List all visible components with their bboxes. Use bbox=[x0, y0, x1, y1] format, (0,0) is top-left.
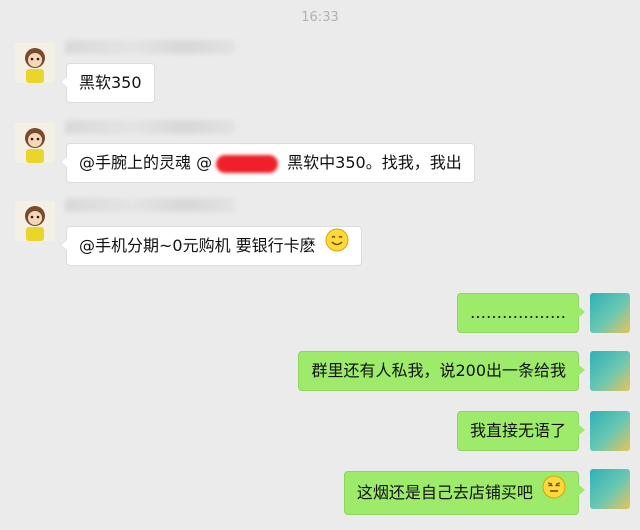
dismissive-emoji-icon bbox=[542, 473, 566, 515]
avatar-self[interactable] bbox=[590, 293, 630, 333]
message-text: 黑软350 bbox=[79, 73, 142, 92]
message-bubble-incoming[interactable]: @手机分期~0元购机 要银行卡麽 bbox=[60, 226, 362, 266]
smile-emoji-icon bbox=[325, 228, 349, 266]
sender-name-blurred bbox=[65, 120, 235, 134]
sender-name-blurred bbox=[65, 198, 235, 212]
message-text: @手机分期~0元购机 要银行卡麽 bbox=[79, 236, 316, 255]
message-bubble-outgoing[interactable]: 这烟还是自己去店铺买吧 bbox=[343, 471, 586, 515]
chat-timestamp: 16:33 bbox=[301, 10, 339, 25]
message-text: @手腕上的灵魂 @ bbox=[79, 153, 213, 172]
avatar-self[interactable] bbox=[590, 469, 630, 509]
message-text: 群里还有人私我，说200出一条给我 bbox=[311, 361, 566, 380]
avatar-cartoon[interactable] bbox=[15, 201, 55, 241]
redaction-mark bbox=[216, 154, 279, 173]
message-text: 我直接无语了 bbox=[469, 421, 566, 440]
avatar-cartoon[interactable] bbox=[15, 123, 55, 163]
message-text: 黑软中350。找我，我出 bbox=[282, 153, 462, 172]
message-bubble-outgoing[interactable]: ……………… bbox=[457, 293, 585, 333]
avatar-cartoon[interactable] bbox=[15, 43, 55, 83]
avatar-self[interactable] bbox=[590, 411, 630, 451]
message-bubble-incoming[interactable]: @手腕上的灵魂 @ 黑软中350。找我，我出 bbox=[60, 143, 475, 183]
sender-name-blurred bbox=[65, 40, 235, 54]
avatar-self[interactable] bbox=[590, 351, 630, 391]
message-text: ……………… bbox=[470, 303, 566, 322]
message-text: 这烟还是自己去店铺买吧 bbox=[356, 483, 533, 502]
message-bubble-outgoing[interactable]: 群里还有人私我，说200出一条给我 bbox=[298, 351, 585, 391]
message-bubble-incoming[interactable]: 黑软350 bbox=[60, 63, 155, 103]
message-bubble-outgoing[interactable]: 我直接无语了 bbox=[456, 411, 586, 451]
